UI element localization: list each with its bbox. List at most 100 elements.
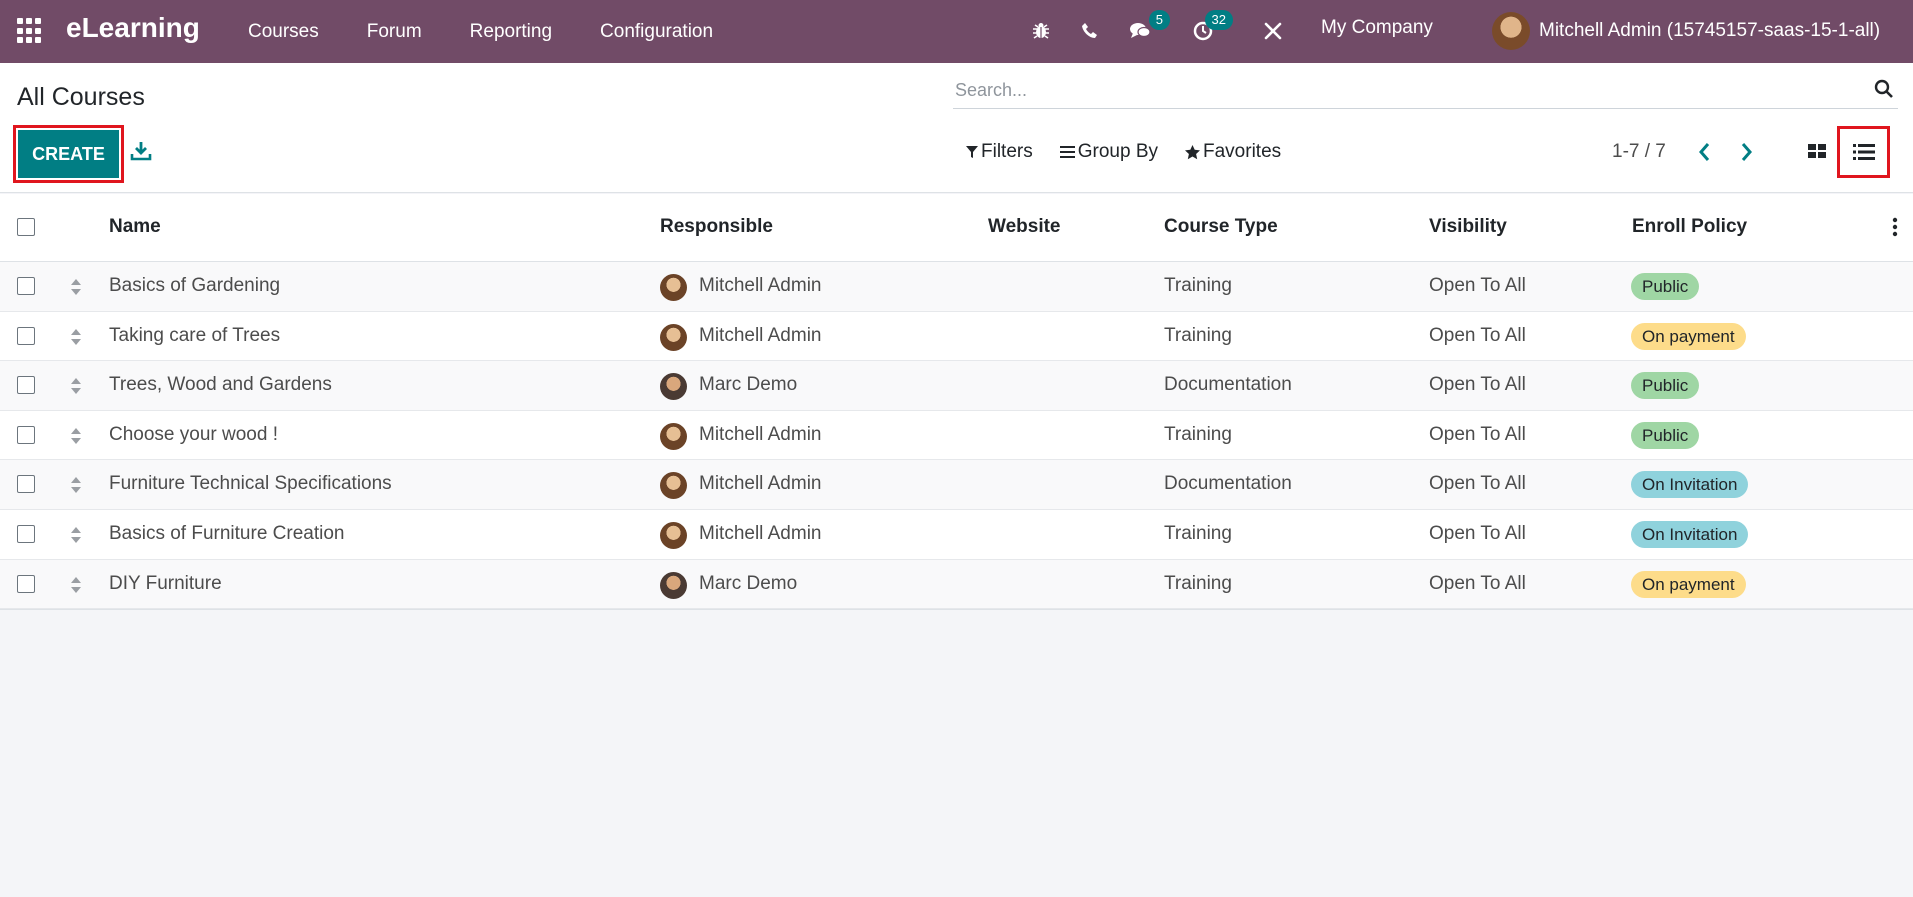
column-header-course-type[interactable]: Course Type — [1164, 216, 1278, 238]
cell-responsible: Marc Demo — [699, 374, 798, 396]
page-title: All Courses — [17, 83, 145, 111]
responsible-avatar — [660, 373, 687, 401]
favorites-label: Favorites — [1203, 141, 1282, 162]
row-select-checkbox[interactable] — [17, 574, 35, 593]
row-drag-handle-icon[interactable] — [69, 575, 83, 595]
search-options: Filters Group By Favorites — [966, 141, 1308, 163]
group-by-label: Group By — [1077, 141, 1158, 162]
create-button[interactable]: CREATE — [18, 130, 119, 178]
app-brand[interactable]: eLearning — [66, 12, 200, 44]
cell-course-type: Training — [1164, 423, 1232, 445]
row-drag-handle-icon[interactable] — [69, 327, 83, 347]
table-header: Name Responsible Website Course Type Vis… — [0, 194, 1913, 262]
table-body: Basics of Gardening Mitchell Admin Trainin… — [0, 262, 1913, 610]
export-download-icon[interactable] — [130, 140, 154, 164]
column-header-name[interactable]: Name — [109, 216, 161, 238]
enroll-policy-badge: On Invitation — [1631, 471, 1749, 499]
cell-course-type: Training — [1164, 522, 1232, 544]
row-drag-handle-icon[interactable] — [69, 525, 83, 545]
responsible-avatar — [660, 472, 687, 500]
table-bottom-border — [0, 609, 1913, 611]
pager-next-icon[interactable] — [1736, 141, 1758, 165]
table-row[interactable]: Furniture Technical Specifications Mitche… — [0, 460, 1913, 510]
favorites-button[interactable]: Favorites — [1185, 141, 1281, 163]
row-drag-handle-icon[interactable] — [69, 376, 83, 396]
group-by-button[interactable]: Group By — [1059, 141, 1158, 163]
table-row[interactable]: Taking care of Trees Mitchell Admin Traini… — [0, 312, 1913, 362]
cell-responsible: Mitchell Admin — [699, 473, 822, 495]
cell-visibility: Open To All — [1429, 423, 1526, 445]
settings-tools-icon[interactable] — [1259, 17, 1287, 45]
cell-name: Basics of Furniture Creation — [109, 522, 345, 544]
cell-responsible: Mitchell Admin — [699, 324, 822, 346]
pager-previous-icon[interactable] — [1695, 141, 1717, 165]
cell-name: Taking care of Trees — [109, 324, 281, 346]
user-menu[interactable]: Mitchell Admin (15745157-saas-15-1-all) — [1492, 12, 1880, 50]
cell-responsible: Mitchell Admin — [699, 522, 822, 544]
row-select-checkbox[interactable] — [17, 376, 35, 395]
cell-responsible: Mitchell Admin — [699, 423, 822, 445]
search-input[interactable] — [953, 80, 1853, 101]
table-row[interactable]: DIY Furniture Marc Demo Training Open To Al… — [0, 559, 1913, 610]
cell-visibility: Open To All — [1429, 374, 1526, 396]
activities-clock-icon[interactable]: 32 — [1189, 10, 1233, 45]
app-menu-icon[interactable] — [17, 18, 43, 44]
company-switcher[interactable]: My Company — [1321, 17, 1433, 39]
kanban-view-icon[interactable] — [1806, 140, 1832, 166]
cell-name: Basics of Gardening — [109, 275, 281, 296]
star-icon — [1185, 144, 1200, 159]
cell-name: Furniture Technical Specifications — [109, 473, 392, 495]
cell-responsible: Mitchell Admin — [699, 275, 822, 296]
messages-count-badge: 5 — [1148, 10, 1170, 30]
list-view-highlight — [1837, 126, 1890, 178]
cell-visibility: Open To All — [1429, 572, 1526, 594]
filter-funnel-icon — [966, 146, 978, 158]
column-header-responsible[interactable]: Responsible — [660, 216, 773, 238]
enroll-policy-badge: On payment — [1631, 570, 1746, 598]
table-row[interactable]: Trees, Wood and Gardens Marc Demo Document… — [0, 361, 1913, 411]
menu-item-forum[interactable]: Forum — [367, 21, 422, 43]
column-header-enroll-policy[interactable]: Enroll Policy — [1632, 216, 1747, 238]
column-header-website[interactable]: Website — [988, 216, 1061, 238]
select-all-checkbox[interactable] — [17, 218, 35, 236]
cell-name: DIY Furniture — [109, 572, 222, 594]
menu-item-courses[interactable]: Courses — [248, 21, 319, 43]
menu-item-reporting[interactable]: Reporting — [470, 21, 552, 43]
debug-bug-icon[interactable] — [1027, 17, 1055, 45]
row-select-checkbox[interactable] — [17, 475, 35, 494]
cell-visibility: Open To All — [1429, 522, 1526, 544]
table-row[interactable]: Choose your wood ! Mitchell Admin Training… — [0, 411, 1913, 461]
control-panel: All Courses CREATE Filters Group By Favo… — [0, 63, 1913, 193]
courses-list-table: Name Responsible Website Course Type Vis… — [0, 194, 1913, 611]
optional-columns-kebab-icon[interactable] — [1892, 217, 1898, 237]
cell-course-type: Documentation — [1164, 473, 1292, 495]
menu-item-configuration[interactable]: Configuration — [600, 21, 713, 43]
filters-button[interactable]: Filters — [966, 141, 1033, 163]
row-drag-handle-icon[interactable] — [69, 277, 83, 297]
cell-course-type: Training — [1164, 324, 1232, 346]
enroll-policy-badge: Public — [1631, 421, 1700, 449]
enroll-policy-badge: On payment — [1631, 322, 1746, 350]
filters-label: Filters — [981, 141, 1033, 162]
pager-value[interactable]: 1-7 / 7 — [1612, 141, 1666, 163]
row-select-checkbox[interactable] — [17, 524, 35, 543]
main-menu: Courses Forum Reporting Configuration — [248, 0, 761, 63]
activities-count-badge: 32 — [1204, 10, 1233, 30]
messages-icon[interactable]: 5 — [1126, 10, 1170, 45]
column-header-visibility[interactable]: Visibility — [1429, 216, 1507, 238]
table-row[interactable]: Basics of Gardening Mitchell Admin Trainin… — [0, 262, 1913, 312]
row-drag-handle-icon[interactable] — [69, 426, 83, 446]
cell-course-type: Documentation — [1164, 374, 1292, 396]
search-icon[interactable] — [1874, 79, 1898, 103]
create-button-highlight: CREATE — [13, 125, 124, 183]
row-select-checkbox[interactable] — [17, 425, 35, 444]
cell-visibility: Open To All — [1429, 473, 1526, 495]
row-drag-handle-icon[interactable] — [69, 475, 83, 495]
row-select-checkbox[interactable] — [17, 326, 35, 345]
table-row[interactable]: Basics of Furniture Creation Mitchell Adm… — [0, 510, 1913, 560]
top-navbar: eLearning Courses Forum Reporting Config… — [0, 0, 1913, 63]
list-view-icon[interactable] — [1851, 139, 1877, 165]
row-select-checkbox[interactable] — [17, 277, 35, 295]
phone-icon[interactable] — [1076, 17, 1104, 45]
cell-name: Trees, Wood and Gardens — [109, 374, 332, 396]
